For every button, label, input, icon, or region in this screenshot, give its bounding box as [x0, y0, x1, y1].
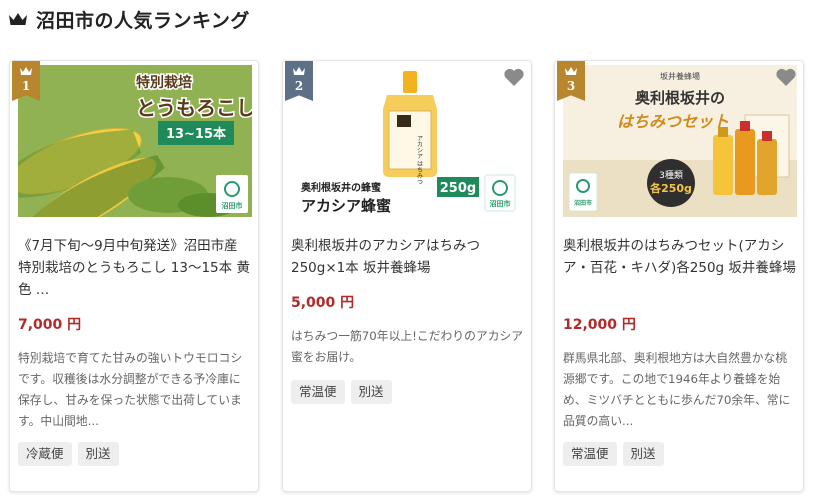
- image-logo: 沼田市: [574, 199, 592, 207]
- product-title[interactable]: 《7月下旬～9月中旬発送》沼田市産 特別栽培のとうもろこし 13～15本 黄色 …: [18, 235, 252, 301]
- tag-shipping: 常温便: [291, 380, 345, 404]
- product-description: 群馬県北部、奥利根地方は大自然豊かな桃源郷です。この地で1946年より養蜂を始め…: [563, 351, 791, 428]
- product-description: 特別栽培で育てた甘みの強いトウモロコシです。収穫後は水分調整ができる予冷庫に保存…: [18, 351, 243, 428]
- jar-label: アカシア はちみつ: [416, 135, 423, 185]
- crown-icon: [20, 67, 32, 75]
- section-heading: 沼田市の人気ランキング: [8, 6, 250, 32]
- image-logo: 沼田市: [490, 199, 511, 208]
- image-headline-2: とうもろこし: [136, 96, 252, 120]
- image-badge-top: 3種類: [659, 170, 683, 181]
- tag-list: 冷蔵便 別送: [18, 442, 119, 466]
- image-caption-big: アカシア蜂蜜: [301, 197, 391, 215]
- product-card-3[interactable]: 3 坂井養蜂場 奥利根坂井の はちみつセット 3種類 各250g 沼田市 奥利根…: [554, 60, 804, 492]
- tag-shipping: 常温便: [563, 442, 617, 466]
- product-image-honey-set[interactable]: 坂井養蜂場 奥利根坂井の はちみつセット 3種類 各250g 沼田市: [563, 65, 797, 217]
- product-title[interactable]: 奥利根坂井のはちみつセット(アカシア・百花・キハダ)各250g 坂井養蜂場: [563, 235, 797, 279]
- product-image-corn[interactable]: 特別栽培 とうもろこし 13~15本 沼田市: [18, 65, 252, 217]
- crown-icon: [565, 67, 577, 75]
- product-price: 7,000 円: [18, 317, 82, 333]
- product-description: はちみつ一筋70年以上!こだわりのアカシア蜜をお届け。: [291, 329, 524, 364]
- tag-list: 常温便 別送: [563, 442, 664, 466]
- image-line-1: 奥利根坂井の: [635, 89, 725, 107]
- product-card-2[interactable]: 2 アカシア はちみつ 奥利根坂井の蜂蜜 アカシア蜂蜜 250g 沼田市 奥利根…: [282, 60, 532, 492]
- rank-badge: 2: [285, 61, 313, 101]
- tag-separate: 別送: [622, 442, 664, 466]
- section-title: 沼田市の人気ランキング: [36, 9, 250, 32]
- tag-shipping: 冷蔵便: [18, 442, 72, 466]
- image-line-2: はちみつセット: [617, 112, 729, 131]
- product-price: 5,000 円: [291, 295, 355, 311]
- image-caption-small: 奥利根坂井の蜂蜜: [301, 181, 381, 194]
- product-price: 12,000 円: [563, 317, 636, 333]
- crown-icon: [293, 67, 305, 75]
- tag-separate: 別送: [77, 442, 119, 466]
- rank-badge: 1: [12, 61, 40, 101]
- crown-icon: [9, 13, 27, 25]
- image-badge: 13~15本: [166, 126, 226, 142]
- favorite-heart-icon[interactable]: [503, 67, 525, 87]
- image-badge-bottom: 各250g: [649, 181, 692, 195]
- product-title[interactable]: 奥利根坂井のアカシアはちみつ 250g×1本 坂井養蜂場: [291, 235, 525, 279]
- favorite-heart-icon[interactable]: [775, 67, 797, 87]
- tag-list: 常温便 別送: [291, 380, 392, 404]
- product-image-honey[interactable]: アカシア はちみつ 奥利根坂井の蜂蜜 アカシア蜂蜜 250g 沼田市: [291, 65, 525, 217]
- rank-badge: 3: [557, 61, 585, 101]
- image-headline-1: 特別栽培: [136, 74, 192, 91]
- tag-separate: 別送: [350, 380, 392, 404]
- image-weight: 250g: [440, 181, 476, 196]
- image-brand: 坂井養蜂場: [660, 71, 700, 81]
- image-logo: 沼田市: [222, 201, 243, 210]
- product-card-1[interactable]: 1 特別栽培 とうもろこし 13~15本 沼田市 《7月下旬～9月中旬発送》沼田…: [9, 60, 259, 492]
